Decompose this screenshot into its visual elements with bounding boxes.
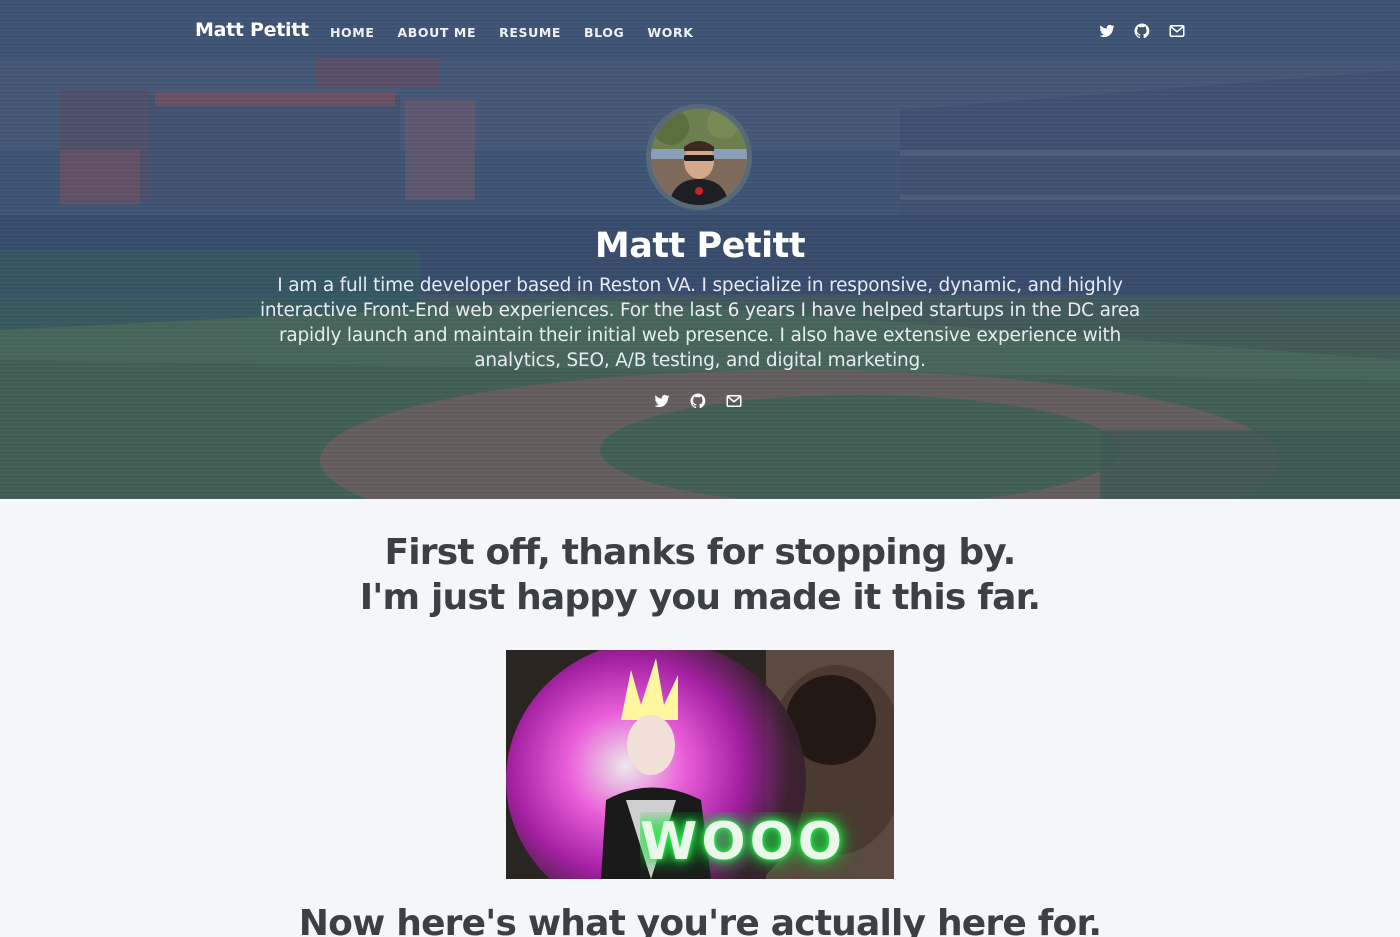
nav-links: HOME ABOUT ME RESUME BLOG WORK [330, 25, 694, 40]
twitter-icon[interactable] [653, 392, 671, 410]
github-icon[interactable] [1133, 22, 1151, 40]
twitter-icon[interactable] [1098, 22, 1116, 40]
hero-name: Matt Petitt [594, 226, 806, 266]
mail-icon[interactable] [1168, 22, 1186, 40]
github-icon[interactable] [689, 392, 707, 410]
nav-link-home[interactable]: HOME [330, 25, 374, 40]
hero-banner: Matt Petitt HOME ABOUT ME RESUME BLOG WO… [0, 0, 1400, 499]
welcome-headline-line1: First off, thanks for stopping by. [384, 532, 1016, 573]
nav-link-work[interactable]: WORK [647, 25, 693, 40]
welcome-headline-line2: I'm just happy you made it this far. [359, 577, 1041, 618]
brand-logo-link[interactable]: Matt Petitt [195, 19, 309, 41]
nav-social-icons [1098, 22, 1186, 40]
nav-link-blog[interactable]: BLOG [584, 25, 624, 40]
hero-bio: I am a full time developer based in Rest… [259, 275, 1141, 371]
profile-avatar [646, 104, 752, 210]
gif-caption-text: WOOO [640, 812, 846, 872]
hero-social-icons [653, 392, 743, 410]
nav-link-about-me[interactable]: ABOUT ME [397, 25, 476, 40]
welcome-headline: First off, thanks for stopping by. I'm j… [0, 530, 1400, 620]
top-navbar: Matt Petitt HOME ABOUT ME RESUME BLOG WO… [0, 0, 1400, 66]
section-subheadline: Now here's what you're actually here for… [298, 903, 1102, 937]
mail-icon[interactable] [725, 392, 743, 410]
nav-link-resume[interactable]: RESUME [499, 25, 561, 40]
